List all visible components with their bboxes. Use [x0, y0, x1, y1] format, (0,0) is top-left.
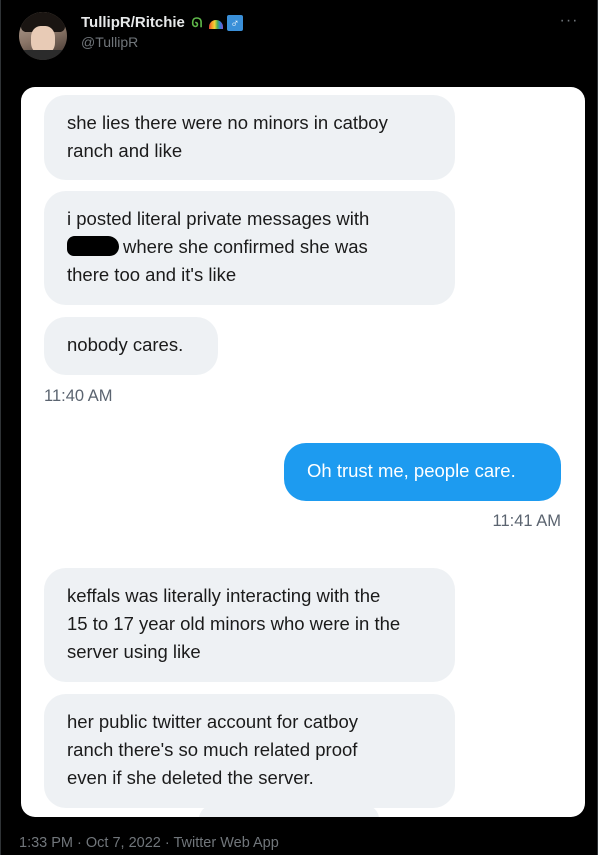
- display-name-text[interactable]: TullipR/Ritchie: [81, 14, 185, 31]
- message-line: where she confirmed she was: [123, 236, 368, 257]
- message-bubble-received: nobody cares.: [44, 317, 218, 375]
- message-bubble-sent: Oh trust me, people care.: [284, 443, 561, 501]
- separator-dot: ·: [160, 835, 174, 851]
- message-timestamp: 11:41 AM: [492, 512, 562, 530]
- tweet: TullipR/Ritchie ᘏ ♂ @TullipR ··· she lie…: [0, 0, 598, 855]
- message-line: there too and it's like: [67, 264, 237, 285]
- author-display-name[interactable]: TullipR/Ritchie ᘏ ♂: [81, 14, 243, 31]
- more-options-icon[interactable]: ···: [557, 12, 581, 30]
- tweet-date[interactable]: Oct 7, 2022: [86, 835, 161, 851]
- tweet-time[interactable]: 1:33 PM: [19, 835, 73, 851]
- author-names: TullipR/Ritchie ᘏ ♂ @TullipR: [81, 14, 243, 50]
- message-timestamp: 11:40 AM: [44, 387, 113, 405]
- male-sign-emoji-icon: ♂: [226, 14, 243, 31]
- message-bubble-received: her public twitter account for catboy ra…: [44, 694, 455, 808]
- author-handle[interactable]: @TullipR: [81, 34, 243, 50]
- tweet-source: Twitter Web App: [173, 835, 279, 851]
- message-bubble-received: she lies there were no minors in catboy …: [44, 95, 455, 180]
- next-bubble-partial: [199, 805, 379, 817]
- tweet-footer: 1:33 PM · Oct 7, 2022 · Twitter Web App: [19, 835, 279, 851]
- avatar[interactable]: [19, 12, 67, 60]
- message-bubble-received-redacted: i posted literal private messages with w…: [44, 191, 455, 305]
- lizard-emoji-icon: ᘏ: [191, 14, 203, 30]
- tweet-image-chat-screenshot[interactable]: she lies there were no minors in catboy …: [21, 87, 585, 817]
- tweet-header: TullipR/Ritchie ᘏ ♂ @TullipR ···: [19, 10, 581, 62]
- message-line: i posted literal private messages with: [67, 208, 370, 229]
- rainbow-emoji-icon: [208, 20, 223, 29]
- separator-dot: ·: [73, 835, 86, 851]
- avatar-shoulders: [19, 50, 67, 60]
- message-bubble-received: keffals was literally interacting with t…: [44, 568, 455, 682]
- redaction-mark: [67, 236, 119, 256]
